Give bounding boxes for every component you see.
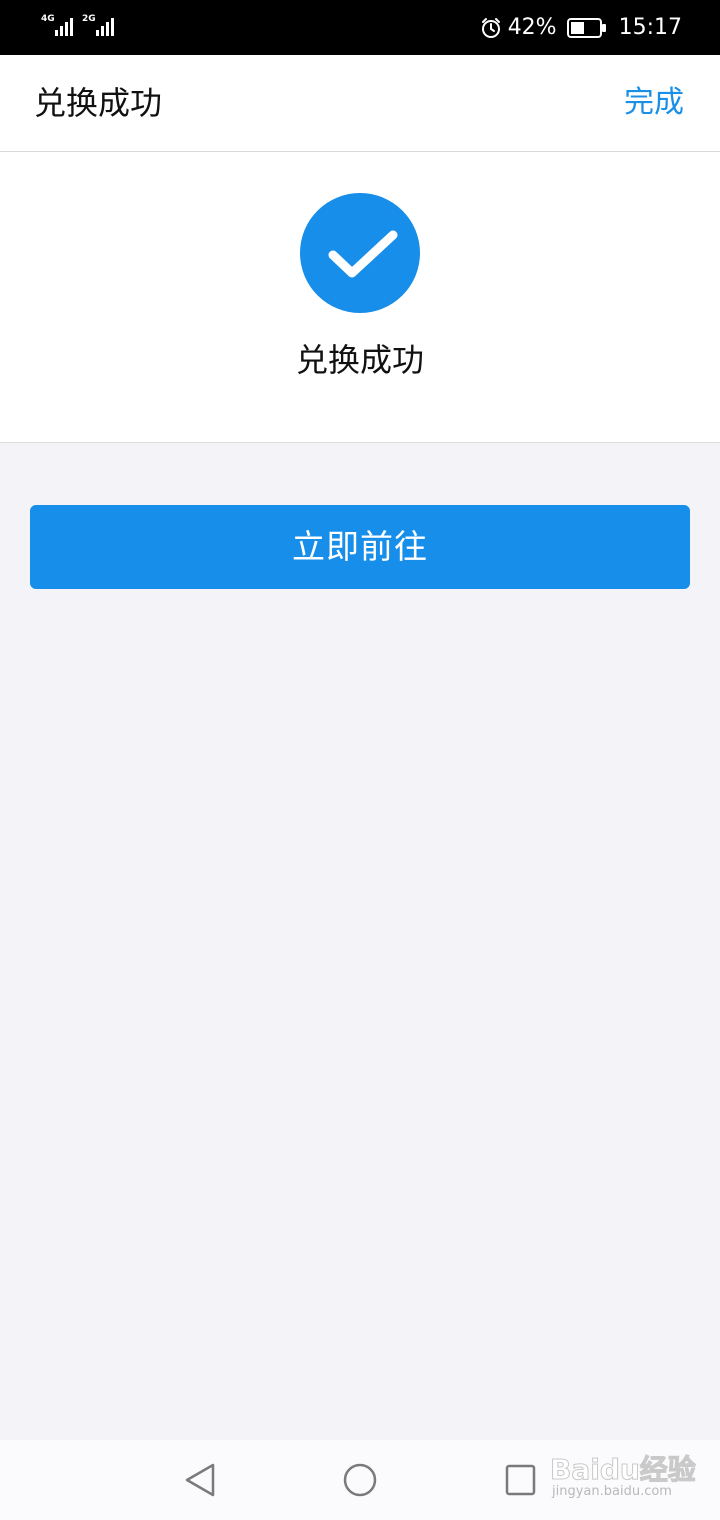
sim1-signal: 4G — [41, 14, 77, 38]
page-title: 兑换成功 — [34, 84, 163, 122]
success-message: 兑换成功 — [295, 341, 424, 379]
check-circle-icon — [300, 193, 420, 313]
clock: 15:17 — [618, 15, 682, 40]
signal-icon — [53, 14, 77, 38]
header: 兑换成功 完成 — [0, 55, 720, 152]
baidu-watermark: Baidu经验 jingyan.baidu.com — [550, 1448, 700, 1508]
signal-icon — [94, 14, 118, 38]
status-bar: 4G 2G 42% 15:17 — [0, 0, 720, 55]
watermark-brand: Baidu经验 — [550, 1453, 697, 1487]
watermark-url: jingyan.baidu.com — [552, 1484, 672, 1499]
battery-percent: 42% — [507, 15, 557, 40]
back-icon[interactable] — [178, 1460, 222, 1500]
recent-apps-icon[interactable] — [498, 1460, 542, 1500]
alarm-icon — [480, 17, 502, 39]
battery-icon — [566, 17, 607, 38]
success-panel: 兑换成功 — [0, 152, 720, 443]
go-now-button[interactable]: 立即前往 — [30, 505, 690, 589]
home-icon[interactable] — [338, 1460, 382, 1500]
sim2-signal: 2G — [82, 14, 118, 38]
status-right-group: 42% 15:17 — [480, 0, 682, 55]
done-button[interactable]: 完成 — [624, 55, 684, 151]
